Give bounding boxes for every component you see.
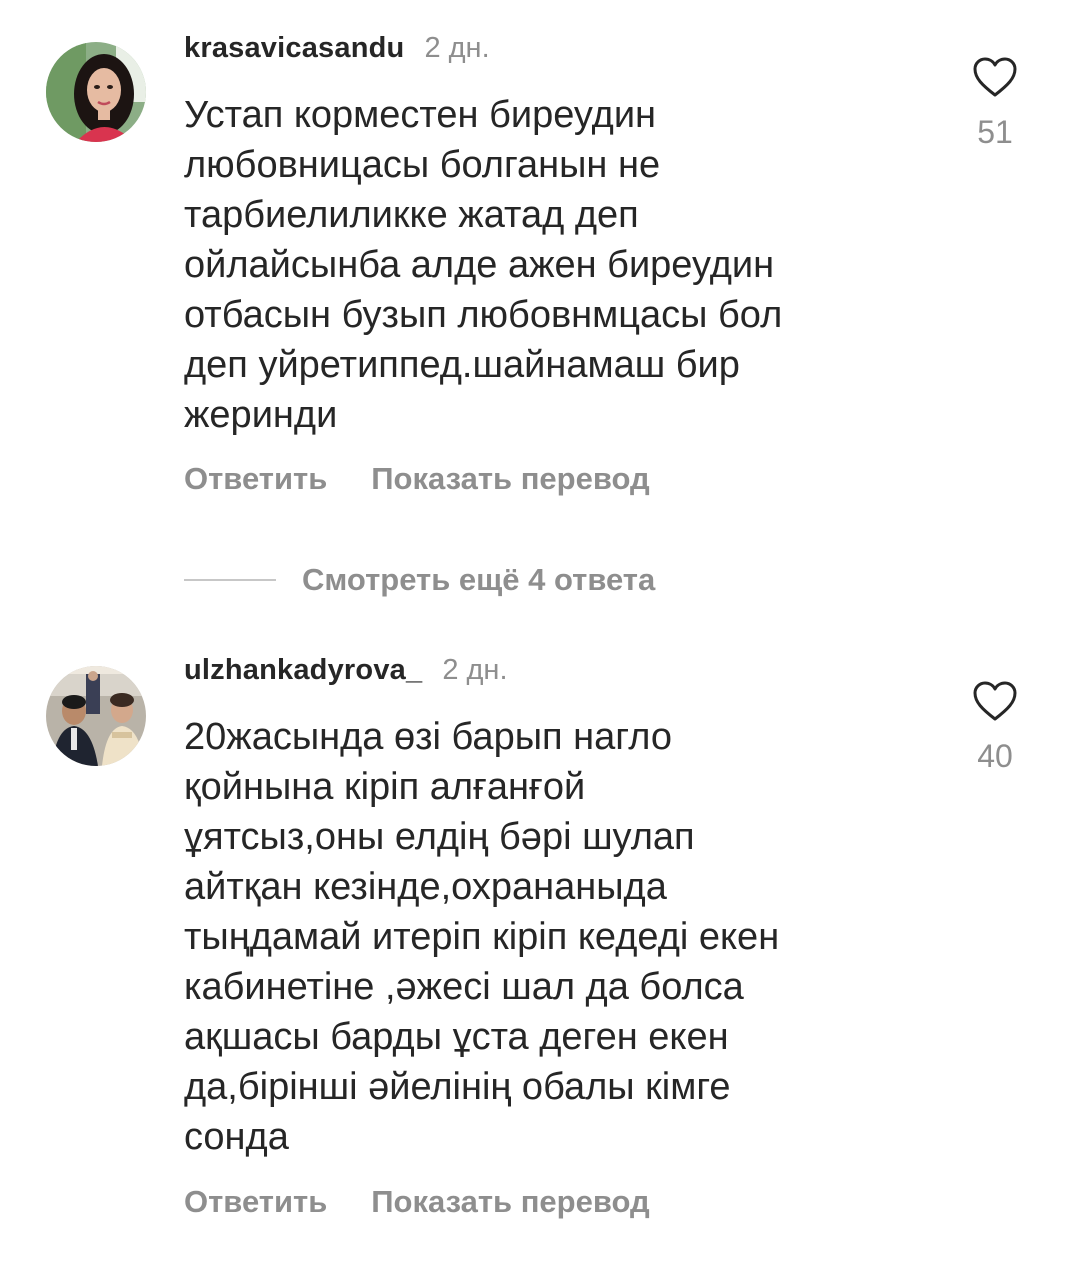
profile-photo-icon	[46, 666, 146, 766]
comment-text-line: Устап корместен биреудин	[184, 94, 657, 136]
profile-photo-icon	[46, 42, 146, 142]
avatar[interactable]	[46, 666, 146, 766]
avatar[interactable]	[46, 42, 146, 142]
comment-text-line: 20жасында өзі барып нагло	[184, 716, 673, 758]
view-more-replies-label: Смотреть ещё 4 ответа	[302, 562, 656, 597]
comment-text-line: деп уйретиппед.шайнамаш бир	[184, 344, 740, 386]
comment-item: krasavicasandu 2 дн. Устап корместен бире…	[0, 0, 1080, 540]
reply-button[interactable]: Ответить	[184, 1184, 327, 1219]
comment-text-line: да,бірінші әйелінің обалы кімге	[184, 1066, 731, 1108]
comment-text-line: отбасын бузып любовнмцасы бол	[184, 294, 783, 336]
reply-button[interactable]: Ответить	[184, 461, 327, 496]
comment-text-line: қойнына кіріп алғанғой	[184, 766, 586, 808]
comment-text-line: сонда	[184, 1116, 289, 1158]
comment-text-line: кабинетіне ,әжесі шал да болса	[184, 966, 744, 1008]
comment-text-line: ұятсыз,оны елдің бәрі шулап	[184, 816, 695, 858]
comment-text-line: жеринди	[184, 394, 338, 436]
comment-actions: Ответить Показать перевод	[184, 1182, 650, 1222]
like-button[interactable]: 40	[966, 680, 1024, 776]
comment-text-line: ақшасы барды ұста деген екен	[184, 1016, 729, 1058]
show-translation-button[interactable]: Показать перевод	[371, 1184, 649, 1219]
heart-outline-icon	[973, 681, 1017, 721]
comment-text-line: любовницасы болганын не	[184, 144, 661, 186]
comment-header: ulzhankadyrova_ 2 дн.	[184, 652, 508, 688]
divider	[184, 579, 276, 581]
view-more-replies-button[interactable]: Смотреть ещё 4 ответа	[184, 556, 655, 604]
comment-text-line: айтқан кезінде,охрананыда	[184, 866, 667, 908]
comment-item: ulzhankadyrova_ 2 дн. 20жасында өзі барып…	[0, 620, 1080, 1260]
comment-header: krasavicasandu 2 дн.	[184, 30, 490, 66]
like-button[interactable]: 51	[966, 56, 1024, 152]
heart-outline-icon	[973, 57, 1017, 97]
like-count: 40	[977, 738, 1013, 774]
comment-text-line: ойлайсынба алде ажен биреудин	[184, 244, 775, 286]
username[interactable]: krasavicasandu	[184, 32, 404, 64]
comment-actions: Ответить Показать перевод	[184, 459, 650, 499]
comment-time: 2 дн.	[424, 32, 490, 64]
comment-text-line: тыңдамай итеріп кіріп кедеді екен	[184, 916, 780, 958]
show-translation-button[interactable]: Показать перевод	[371, 461, 649, 496]
username[interactable]: ulzhankadyrova_	[184, 654, 422, 686]
comment-time: 2 дн.	[442, 654, 508, 686]
comment-text: 20жасында өзі барып нагло қойнына кіріп …	[184, 712, 924, 1162]
like-count: 51	[977, 114, 1013, 150]
comment-text-line: тарбиелиликке жатад деп	[184, 194, 639, 236]
comment-text: Устап корместен биреудин любовницасы бол…	[184, 90, 924, 440]
